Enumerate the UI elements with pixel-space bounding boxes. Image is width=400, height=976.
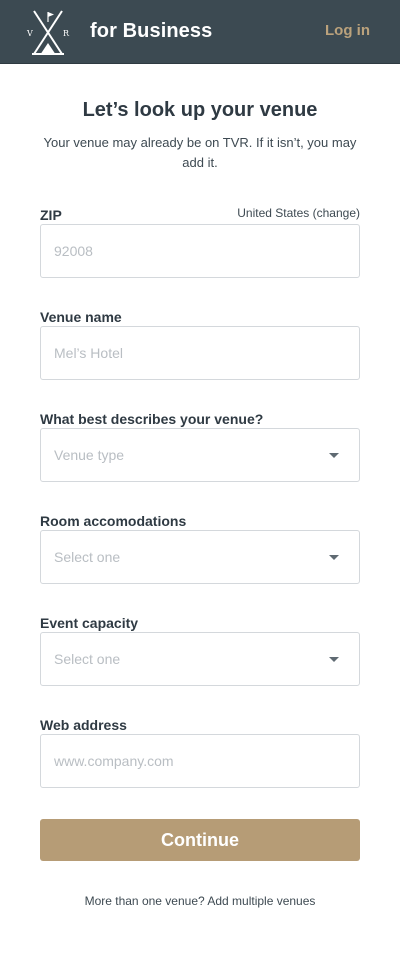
venue-name-field [40, 326, 360, 380]
venue-name-label: Venue name [40, 309, 122, 325]
room-accommodations-select[interactable]: Select one [40, 530, 360, 584]
page-subtitle: Your venue may already be on TVR. If it … [43, 135, 357, 170]
venue-type-select[interactable]: Venue type [40, 428, 360, 482]
top-bar: V R for Business Log in [0, 0, 400, 64]
login-link[interactable]: Log in [325, 22, 370, 39]
web-address-field [40, 734, 360, 788]
chevron-down-icon [329, 453, 339, 458]
logo-letter-v: V [26, 29, 33, 38]
logo-letter-r: R [63, 29, 70, 38]
event-capacity-selected-value: Select one [54, 651, 121, 667]
room-accommodations-label: Room accomodations [40, 513, 187, 529]
web-address-label: Web address [40, 717, 127, 733]
venue-type-selected-value: Venue type [54, 447, 125, 463]
venue-name-input[interactable] [41, 327, 359, 379]
zip-field [40, 224, 360, 278]
tvr-logo[interactable]: V R [24, 10, 72, 56]
zip-input[interactable] [41, 225, 359, 277]
venue-type-label: What best describes your venue? [40, 411, 264, 427]
change-country-link[interactable]: United States (change) [237, 206, 360, 220]
zip-label: ZIP [40, 207, 62, 223]
brand-suffix: for Business [90, 20, 213, 42]
continue-button[interactable]: Continue [40, 819, 360, 861]
chevron-down-icon [329, 555, 339, 560]
room-accommodations-selected-value: Select one [54, 549, 121, 565]
add-multiple-venues-link[interactable]: More than one venue? Add multiple venues [0, 894, 400, 908]
page-title: Let’s look up your venue [82, 99, 318, 121]
web-address-input[interactable] [41, 735, 359, 787]
event-capacity-select[interactable]: Select one [40, 632, 360, 686]
chevron-down-icon [329, 657, 339, 662]
event-capacity-label: Event capacity [40, 615, 139, 631]
